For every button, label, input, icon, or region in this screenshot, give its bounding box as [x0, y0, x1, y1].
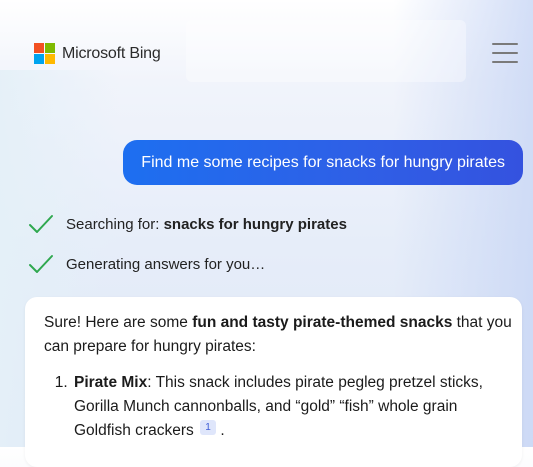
answer-card: Sure! Here are some fun and tasty pirate… — [25, 297, 522, 467]
status-searching-label: Searching for: — [66, 215, 164, 233]
snack-title: Pirate Mix — [74, 374, 148, 391]
app-header: Microsoft Bing — [0, 0, 533, 110]
check-icon — [29, 215, 53, 233]
citation-badge[interactable]: 1 — [200, 420, 217, 435]
bing-logo[interactable]: Microsoft Bing — [34, 43, 161, 64]
answer-intro-start: Sure! Here are some — [44, 314, 193, 331]
snack-end-punctuation: . — [216, 422, 225, 439]
hamburger-menu-icon[interactable] — [492, 43, 518, 63]
list-item: Pirate Mix: This snack includes pirate p… — [72, 371, 514, 443]
header-blank-area — [186, 20, 466, 82]
status-searching: Searching for: snacks for hungry pirates — [28, 213, 347, 235]
status-generating-label: Generating answers for you… — [66, 255, 266, 273]
status-generating: Generating answers for you… — [28, 253, 265, 275]
microsoft-logo-icon — [34, 43, 55, 64]
answer-body: Sure! Here are some fun and tasty pirate… — [44, 311, 514, 443]
check-icon — [29, 255, 53, 273]
answer-intro: Sure! Here are some fun and tasty pirate… — [44, 311, 514, 359]
search-query-text: snacks for hungry pirates — [163, 215, 347, 233]
snack-list: Pirate Mix: This snack includes pirate p… — [44, 371, 514, 443]
user-message-bubble: Find me some recipes for snacks for hung… — [123, 140, 523, 185]
user-message-text: Find me some recipes for snacks for hung… — [141, 153, 505, 171]
brand-name: Microsoft Bing — [62, 44, 161, 62]
answer-intro-highlight: fun and tasty pirate-themed snacks — [192, 314, 453, 331]
